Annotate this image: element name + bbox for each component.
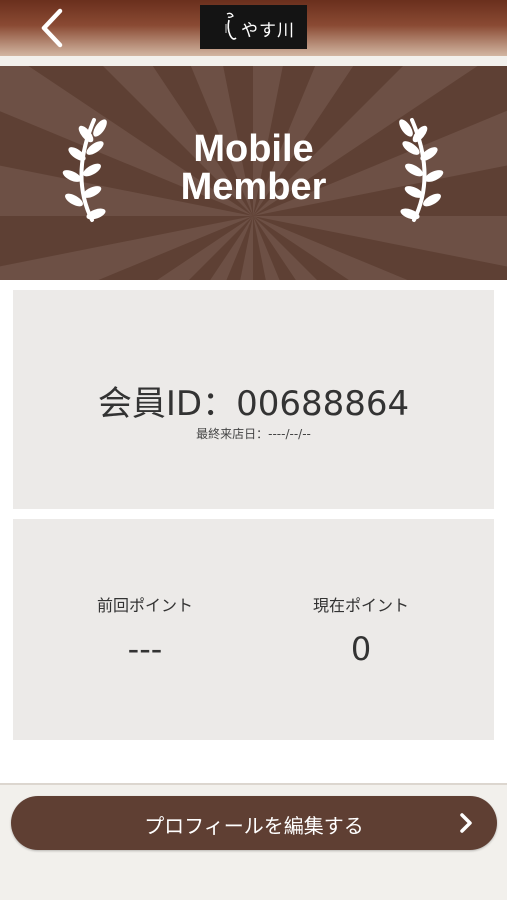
laurel-icon bbox=[399, 118, 444, 222]
member-id-card: 会員ID：00688864 最終来店日：----/--/-- bbox=[13, 290, 494, 509]
member-banner: Mobile Member bbox=[0, 66, 507, 280]
laurel-icon bbox=[62, 118, 107, 222]
previous-points-label: 前回ポイント bbox=[96, 596, 193, 615]
previous-points: 前回ポイント --- bbox=[45, 592, 245, 668]
last-visit-date: 最終来店日：----/--/-- bbox=[196, 427, 311, 441]
app-header: やす川 bbox=[0, 0, 507, 56]
section-divider bbox=[0, 783, 507, 785]
current-points-label: 現在ポイント bbox=[312, 596, 409, 615]
banner-title-line2: Member bbox=[180, 166, 327, 208]
banner-title: Mobile Member bbox=[120, 130, 387, 206]
logo-mark-icon bbox=[225, 12, 237, 40]
previous-points-value: --- bbox=[127, 630, 163, 668]
logo-text: やす川 bbox=[241, 21, 295, 41]
edit-profile-button[interactable]: プロフィールを編集する bbox=[11, 796, 497, 850]
banner-title-line1: Mobile bbox=[193, 128, 314, 170]
brand-logo: やす川 bbox=[200, 5, 307, 49]
current-points: 現在ポイント 0 bbox=[261, 592, 461, 668]
chevron-left-icon bbox=[41, 8, 63, 48]
chevron-right-icon bbox=[460, 813, 472, 833]
current-points-value: 0 bbox=[350, 630, 372, 668]
points-card: 前回ポイント --- 現在ポイント 0 bbox=[13, 519, 494, 740]
edit-profile-label: プロフィールを編集する bbox=[144, 814, 364, 838]
back-button[interactable] bbox=[30, 6, 74, 50]
member-id: 会員ID：00688864 bbox=[97, 384, 410, 424]
